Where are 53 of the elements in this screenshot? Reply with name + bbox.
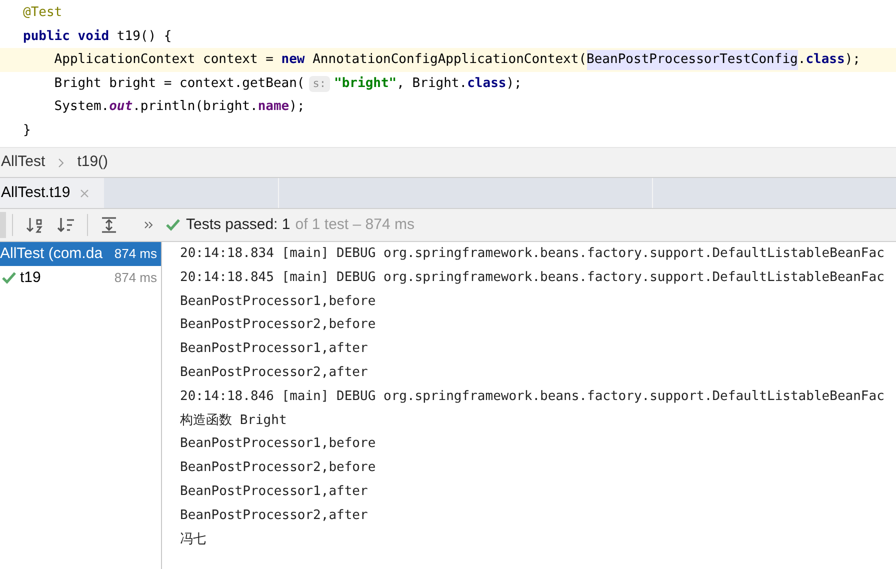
- code-token: out: [109, 98, 133, 116]
- breadcrumb-item[interactable]: AllTest: [1, 151, 46, 174]
- test-duration: 874 ms: [114, 269, 157, 288]
- code-token: .: [798, 51, 806, 70]
- console-line: BeanPostProcessor1,after: [180, 340, 369, 358]
- sort-alphabetically-icon[interactable]: [26, 216, 44, 234]
- code-token: Bright bright = context.getBean(: [53, 74, 305, 93]
- double-chevron-icon[interactable]: [144, 221, 154, 229]
- console-line: BeanPostProcessor2,before: [180, 459, 377, 478]
- console-line: 20:14:18.834 [main] DEBUG org.springframework.beans.factory.support.DefaultListableBeanFac: [180, 245, 886, 263]
- breadcrumb-item[interactable]: t19(): [77, 151, 108, 174]
- test-tree-item[interactable]: AllTest (com.da 874 ms: [0, 242, 161, 266]
- code-token: new: [281, 51, 305, 70]
- console-line: 构造函数 Bright: [180, 412, 288, 430]
- console-line: BeanPostProcessor1,before: [180, 435, 377, 454]
- code-token: AnnotationConfigApplicationContext(: [312, 51, 587, 70]
- code-token: System.: [53, 98, 110, 116]
- code-token: , Bright.: [396, 74, 468, 93]
- code-token: ApplicationContext context =: [53, 51, 274, 70]
- tab-label: AllTest.t19: [1, 182, 70, 203]
- code-token: BeanPostProcessorTestConfig: [586, 50, 798, 70]
- code-token: class: [806, 51, 845, 70]
- tests-passed-status: Tests passed: 1: [186, 214, 290, 235]
- chevron-right-icon: [57, 158, 66, 168]
- console-line: 20:14:18.845 [main] DEBUG org.springframework.beans.factory.support.DefaultListableBeanFac: [180, 268, 886, 287]
- sort-by-duration-icon[interactable]: [57, 216, 75, 234]
- console-line: BeanPostProcessor2,after: [180, 506, 369, 525]
- code-token: );: [506, 74, 522, 93]
- parameter-hint: s:: [308, 76, 330, 92]
- code-token: t19() {: [116, 28, 172, 46]
- collapse-all-icon[interactable]: [100, 216, 118, 234]
- run-tab[interactable]: AllTest.t19: [0, 178, 104, 208]
- code-token: );: [844, 51, 860, 70]
- code-token: class: [467, 74, 506, 93]
- console-line: 冯七: [180, 530, 207, 549]
- check-icon: [166, 219, 180, 231]
- code-token: }: [23, 122, 31, 140]
- test-summary: of 1 test – 874 ms: [295, 214, 414, 235]
- test-duration: 874 ms: [114, 245, 157, 264]
- console-line: BeanPostProcessor2,before: [180, 316, 377, 334]
- code-token: @Test: [23, 4, 62, 22]
- console-line: BeanPostProcessor1,after: [180, 482, 369, 501]
- code-token: name: [258, 98, 290, 116]
- console-line: 20:14:18.846 [main] DEBUG org.springframework.beans.factory.support.DefaultListableBeanFac: [180, 388, 886, 406]
- console-line: BeanPostProcessor2,after: [180, 364, 369, 382]
- test-name: t19: [20, 268, 41, 288]
- test-name: AllTest (com.da: [0, 244, 103, 264]
- test-tree-item[interactable]: t19 874 ms: [0, 266, 161, 290]
- code-token: );: [289, 98, 305, 116]
- console-line: BeanPostProcessor1,before: [180, 292, 377, 311]
- code-token: "bright": [334, 74, 397, 93]
- code-token: public void: [23, 28, 110, 46]
- code-token: .println(bright.: [132, 98, 258, 116]
